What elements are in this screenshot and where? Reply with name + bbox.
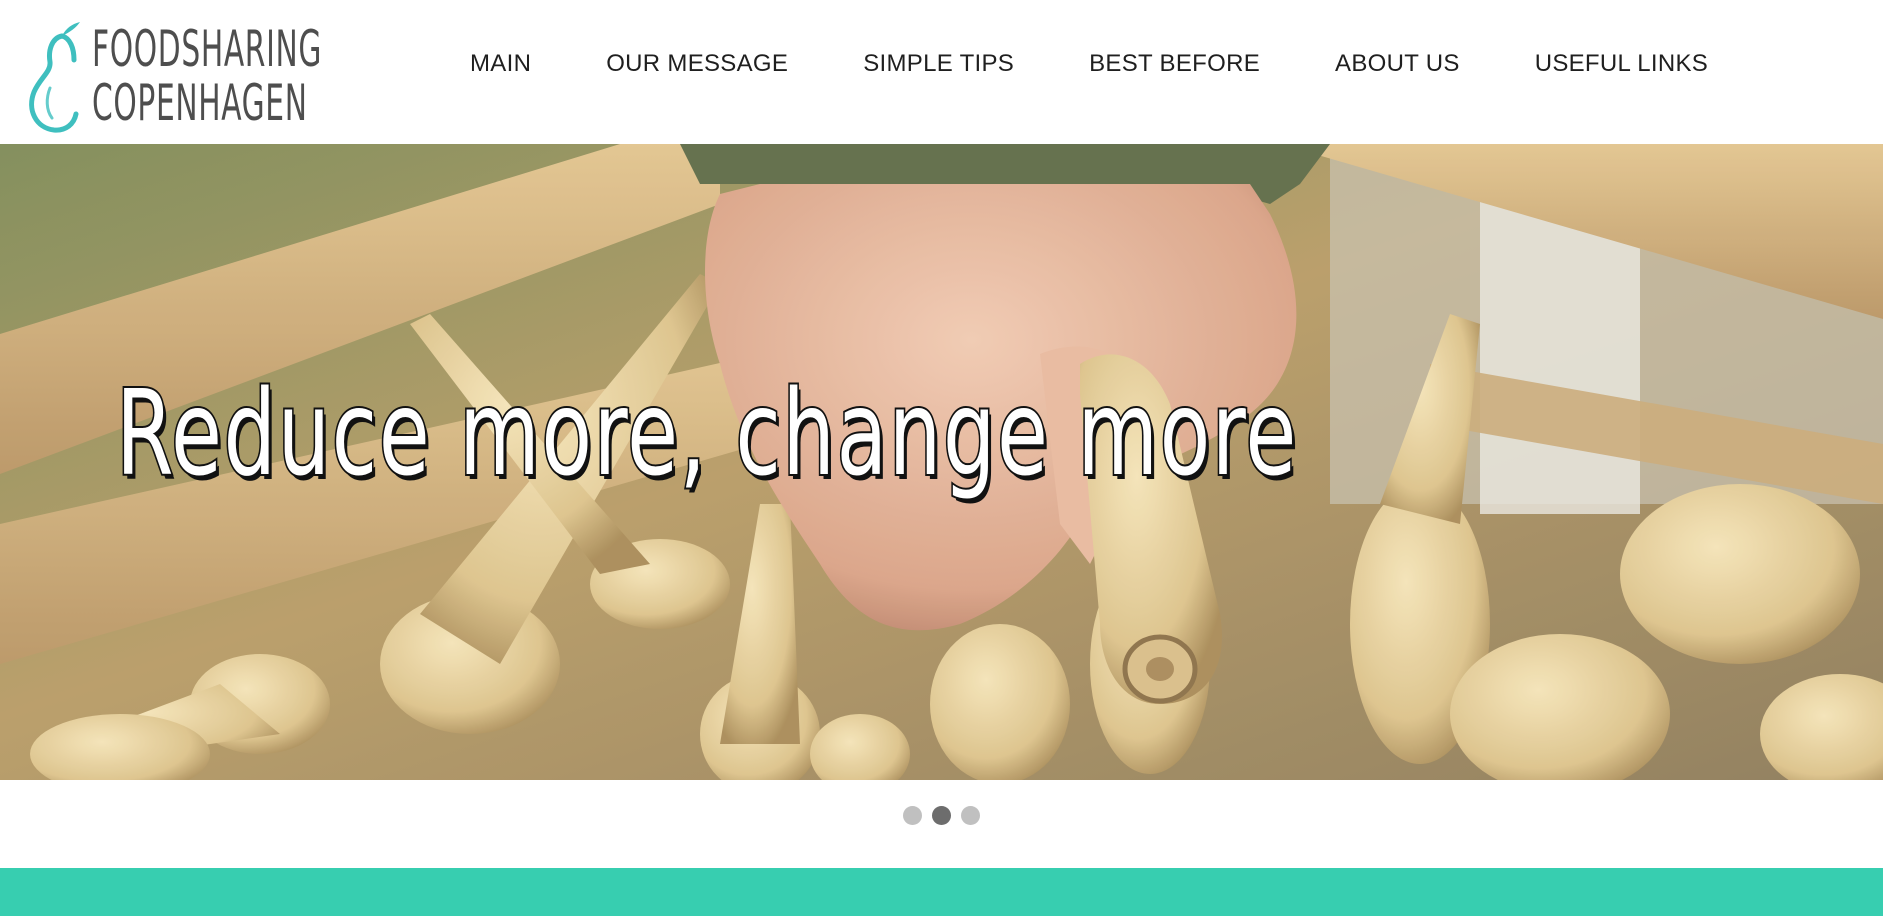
slider-dot-2[interactable] [932,806,951,825]
slider-dots [0,806,1883,830]
logo-line-2: COPENHAGEN [92,74,308,132]
logo-link[interactable]: FOODSHARING COPENHAGEN [22,18,322,133]
nav-item-useful-links[interactable]: USEFUL LINKS [1535,50,1708,78]
logo-text: FOODSHARING COPENHAGEN [92,22,332,130]
hero-slider: Reduce more, change more [0,144,1883,780]
slider-dot-3[interactable] [961,806,980,825]
site-header: FOODSHARING COPENHAGEN MAIN OUR MESSAGE … [0,0,1883,144]
hero-headline: Reduce more, change more [114,364,1298,502]
nav-item-about-us[interactable]: ABOUT US [1335,50,1460,78]
main-nav: MAIN OUR MESSAGE SIMPLE TIPS BEST BEFORE… [470,44,1708,84]
nav-item-main[interactable]: MAIN [470,50,531,78]
nav-item-simple-tips[interactable]: SIMPLE TIPS [863,50,1014,78]
pear-icon [29,22,80,133]
nav-item-best-before[interactable]: BEST BEFORE [1089,50,1260,78]
teal-section-band [0,868,1883,916]
nav-item-our-message[interactable]: OUR MESSAGE [606,50,788,78]
slider-dot-1[interactable] [903,806,922,825]
logo-line-1: FOODSHARING [92,20,323,78]
